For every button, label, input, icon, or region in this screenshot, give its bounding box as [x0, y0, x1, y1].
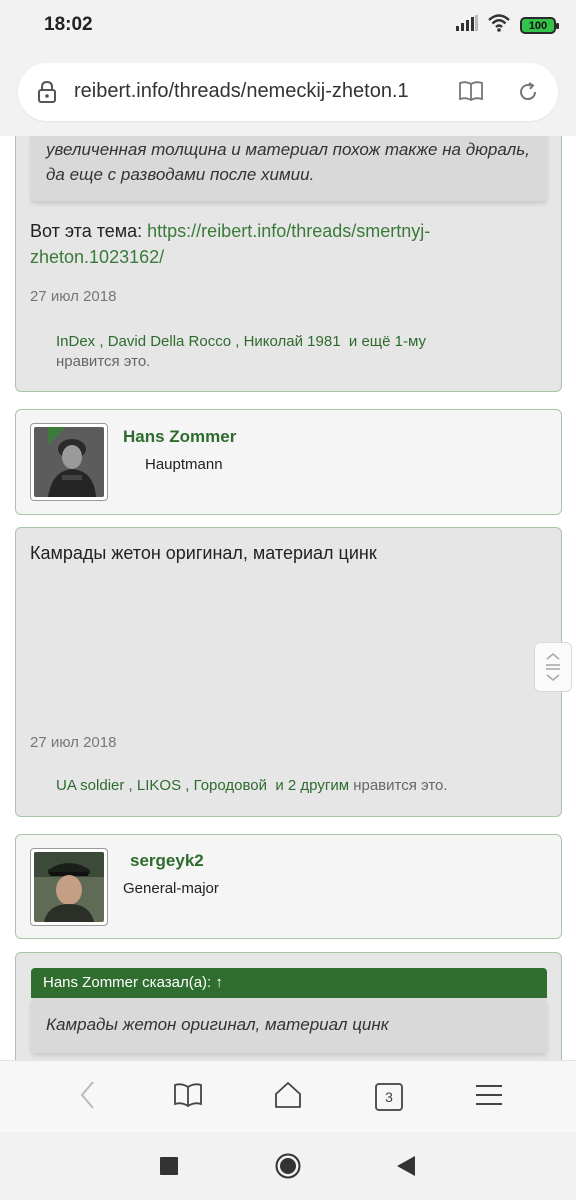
avatar[interactable] — [30, 848, 108, 926]
quote-block: увеличенная толщина и материал похож так… — [31, 136, 547, 201]
likes-summary: UA soldier , LIKOS , Городовой и 2 други… — [56, 775, 448, 796]
like-user-link[interactable]: , Городовой — [185, 777, 267, 794]
reader-mode-icon[interactable] — [458, 80, 484, 107]
bookmarks-button[interactable] — [170, 1079, 206, 1115]
status-time: 18:02 — [44, 14, 93, 35]
page-content: увеличенная толщина и материал похож так… — [0, 136, 576, 1060]
tabs-icon: 3 — [375, 1083, 403, 1111]
status-icons: 100 — [456, 14, 559, 37]
quote-header[interactable]: Hans Zommer сказал(а): ↑ — [31, 968, 547, 998]
like-user-link[interactable]: UA soldier — [56, 777, 124, 794]
user-rank: General-major — [123, 880, 219, 897]
battery-icon: 100 — [520, 17, 559, 34]
scroll-handle[interactable] — [534, 642, 572, 692]
tabs-button[interactable]: 3 — [371, 1079, 407, 1115]
home-button[interactable] — [270, 1079, 306, 1115]
likes-suffix: нравится это. — [56, 353, 151, 370]
bookmarks-icon — [173, 1082, 203, 1113]
quote-text-line-2: да еще с разводами после химии. — [46, 165, 315, 184]
home-icon — [273, 1080, 303, 1115]
android-navigation-bar — [0, 1132, 576, 1200]
post-date[interactable]: 27 июл 2018 — [30, 734, 116, 751]
user-info-card: Hans Zommer Hauptmann — [15, 409, 562, 515]
likes-summary: InDex , David Della Rocco , Николай 1981… — [56, 331, 426, 352]
thread-link-continued[interactable]: zheton.1023162/ — [30, 244, 164, 271]
post-message-3: Hans Zommer сказал(а): ↑ Камрады жетон о… — [15, 952, 562, 1060]
like-user-link[interactable]: , LIKOS — [129, 777, 182, 794]
back-button[interactable] — [70, 1079, 106, 1115]
square-nav-icon[interactable] — [160, 1157, 178, 1180]
message-text: Вот эта тема: https://reibert.info/threa… — [30, 218, 430, 245]
avatar-image — [34, 427, 104, 497]
user-rank: Hauptmann — [145, 456, 223, 473]
like-user-link[interactable]: , David Della Rocco — [99, 333, 231, 350]
message-text: Камрады жетон оригинал, материал цинк — [30, 543, 377, 563]
post-message-1: увеличенная толщина и материал похож так… — [15, 136, 562, 392]
message-text-prefix: Вот эта тема: — [30, 221, 148, 241]
back-icon — [78, 1080, 98, 1115]
like-user-link[interactable]: InDex — [56, 333, 95, 350]
address-bar[interactable]: reibert.info/threads/nemeckij-zheton.1 — [18, 63, 558, 121]
menu-icon — [475, 1084, 503, 1111]
likes-more-link[interactable]: и 2 другим — [275, 777, 349, 794]
signal-icon — [456, 15, 478, 36]
browser-bottom-bar: 3 — [0, 1060, 576, 1132]
status-bar: 18:02 100 — [0, 0, 576, 52]
username[interactable]: Hans Zommer — [123, 427, 236, 447]
user-info-card: sergeyk2 General-major — [15, 834, 562, 939]
quote-text-line-1: увеличенная толщина и материал похож так… — [46, 140, 530, 159]
username[interactable]: sergeyk2 — [130, 851, 204, 871]
reload-icon[interactable] — [516, 80, 540, 109]
lock-icon[interactable] — [36, 80, 58, 109]
quote-text: Камрады жетон оригинал, материал цинк — [46, 1015, 389, 1034]
url-text[interactable]: reibert.info/threads/nemeckij-zheton.1 — [74, 80, 450, 103]
avatar-image — [34, 852, 104, 922]
thread-link[interactable]: https://reibert.info/threads/smertnyj- — [147, 221, 430, 241]
post-message-2: Камрады жетон оригинал, материал цинк 27… — [15, 527, 562, 817]
avatar[interactable] — [30, 423, 108, 501]
triangle-nav-icon[interactable] — [396, 1155, 416, 1182]
post-date[interactable]: 27 июл 2018 — [30, 288, 116, 305]
likes-more-link[interactable]: и ещё 1-му — [349, 333, 426, 350]
quote-block: Камрады жетон оригинал, материал цинк — [31, 998, 547, 1053]
menu-button[interactable] — [471, 1079, 507, 1115]
circle-nav-icon[interactable] — [275, 1153, 301, 1184]
like-user-link[interactable]: , Николай 1981 — [235, 333, 340, 350]
likes-suffix: нравится это. — [353, 777, 448, 794]
browser-toolbar: reibert.info/threads/nemeckij-zheton.1 — [0, 52, 576, 136]
wifi-icon — [488, 14, 510, 37]
